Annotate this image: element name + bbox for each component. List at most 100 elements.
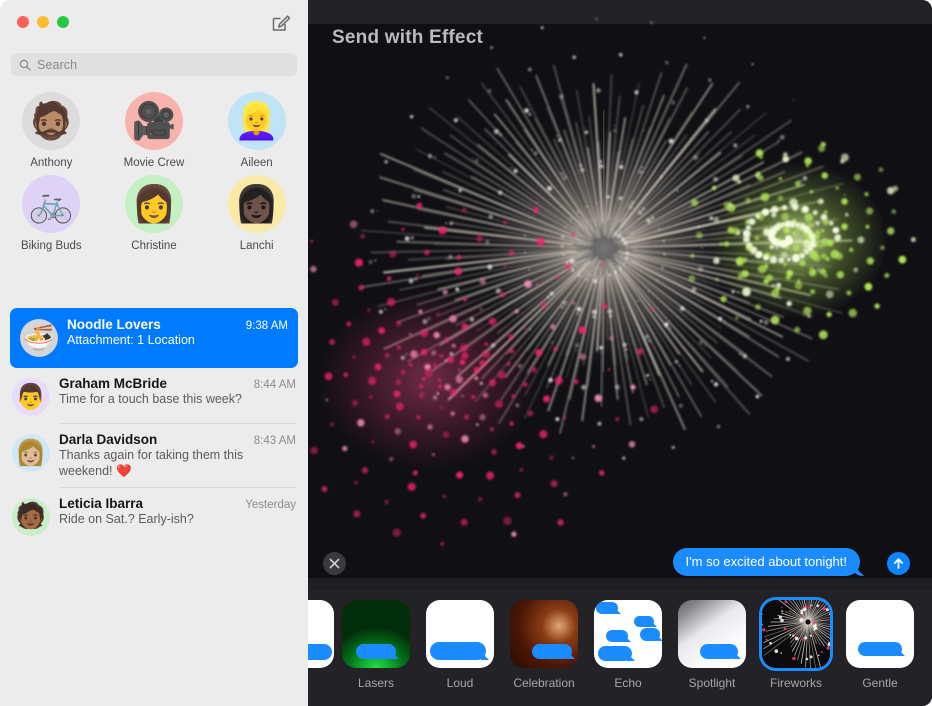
window-controls xyxy=(17,16,69,28)
avatar: 👩 xyxy=(124,175,183,233)
conversation-timestamp: Yesterday xyxy=(245,498,296,511)
conversation-row[interactable]: 👩🏼 Darla Davidson 8:43 AM Thanks again for … xyxy=(0,424,308,488)
effect-thumbnail[interactable] xyxy=(426,600,494,668)
effects-preview-panel: Send with Effect I'm so excited about to… xyxy=(308,0,932,706)
conversation-body: Darla Davidson 8:43 AM Thanks again for ta… xyxy=(59,432,296,480)
effect-thumbnail[interactable] xyxy=(594,600,662,668)
conversation-header: Leticia Ibarra Yesterday xyxy=(59,496,296,511)
effects-picker-strip[interactable]: Lasers Loud Celebration Echo Spotlight Firewo… xyxy=(308,590,932,706)
avatar-emoji: 👨 xyxy=(15,382,47,411)
effect-label: Loud xyxy=(446,676,474,690)
pinned-conversation-label: Anthony xyxy=(30,157,73,169)
effect-label: Fireworks xyxy=(769,676,822,690)
avatar-emoji: 🧔🏽 xyxy=(28,100,74,141)
effect-label: Gentle xyxy=(862,676,898,690)
avatar: 👩🏼 xyxy=(12,434,50,472)
pinned-conversation-label: Aileen xyxy=(240,157,273,169)
pinned-conversation-label: Christine xyxy=(131,240,177,252)
pinned-conversation-label: Lanchi xyxy=(239,240,274,252)
avatar-emoji: 🍜 xyxy=(23,323,55,352)
conversation-header: Graham McBride 8:44 AM xyxy=(59,376,296,391)
sidebar: Search 🧔🏽 Anthony 🎥 Movie Crew 👱‍♀️ Aileen 🚲 Bi… xyxy=(0,0,308,706)
effect-option-loud[interactable]: Loud xyxy=(418,600,502,690)
effect-label: Lasers xyxy=(357,676,395,690)
pinned-conversation[interactable]: 👱‍♀️ Aileen xyxy=(205,92,308,169)
conversation-preview: Ride on Sat.? Early-ish? xyxy=(59,511,194,526)
effect-option-lasers[interactable]: Lasers xyxy=(334,600,418,690)
pinned-conversation[interactable]: 👩 Christine xyxy=(103,175,206,252)
search-placeholder: Search xyxy=(37,57,78,72)
conversation-timestamp: 8:44 AM xyxy=(253,379,296,391)
pinned-conversations: 🧔🏽 Anthony 🎥 Movie Crew 👱‍♀️ Aileen 🚲 Biking Bu… xyxy=(0,92,308,252)
compose-message-button[interactable] xyxy=(270,12,292,34)
close-x-icon xyxy=(329,558,340,569)
effect-thumbnail[interactable] xyxy=(308,600,334,668)
avatar-emoji: 🚲 xyxy=(28,183,74,224)
conversation-name: Leticia Ibarra xyxy=(59,495,144,511)
conversation-row[interactable]: 🍜 Noodle Lovers 9:38 AM Attachment: 1 Locat… xyxy=(10,308,298,368)
search-input[interactable]: Search xyxy=(11,53,297,76)
avatar: 🎥 xyxy=(124,92,183,150)
avatar-emoji: 👩 xyxy=(131,183,177,224)
avatar-emoji: 🎥 xyxy=(131,100,177,141)
avatar-emoji: 👱‍♀️ xyxy=(234,100,280,141)
close-window-button[interactable] xyxy=(17,16,29,28)
messages-window: Search 🧔🏽 Anthony 🎥 Movie Crew 👱‍♀️ Aileen 🚲 Bi… xyxy=(0,0,932,706)
effect-option-echo[interactable]: Echo xyxy=(586,600,670,690)
search-icon xyxy=(19,59,31,71)
conversation-timestamp: 8:43 AM xyxy=(253,435,296,447)
effect-option[interactable] xyxy=(308,600,334,676)
avatar: 🚲 xyxy=(22,175,81,233)
page-title: Send with Effect xyxy=(332,27,483,48)
avatar: 👱‍♀️ xyxy=(227,92,286,150)
effect-label: Celebration xyxy=(513,676,575,690)
conversation-header: Darla Davidson 8:43 AM xyxy=(59,432,296,447)
send-message-button[interactable] xyxy=(887,552,910,575)
effect-thumbnail[interactable] xyxy=(510,600,578,668)
outgoing-message-bubble: I'm so excited about tonight! xyxy=(672,548,860,576)
conversation-preview: Attachment: 1 Location xyxy=(67,333,195,347)
compose-pencil-square-icon xyxy=(272,15,291,31)
effect-thumbnail[interactable] xyxy=(342,600,410,668)
effect-thumbnail[interactable] xyxy=(678,600,746,668)
conversation-preview: Time for a touch base this week? xyxy=(59,392,242,406)
close-effects-button[interactable] xyxy=(323,552,346,575)
pinned-conversation-label: Movie Crew xyxy=(123,157,185,169)
avatar: 🧔🏽 xyxy=(22,92,81,150)
conversation-row[interactable]: 👨 Graham McBride 8:44 AM Time for a touch b… xyxy=(0,368,308,424)
effect-option-spotlight[interactable]: Spotlight xyxy=(670,600,754,690)
conversation-body: Leticia Ibarra Yesterday Ride on Sat.? Ear… xyxy=(59,496,296,536)
effect-label: Spotlight xyxy=(688,676,736,690)
minimize-window-button[interactable] xyxy=(37,16,49,28)
conversation-timestamp: 9:38 AM xyxy=(245,320,288,332)
conversation-name: Darla Davidson xyxy=(59,432,158,447)
effect-label: Echo xyxy=(614,676,642,690)
effect-option-celebration[interactable]: Celebration xyxy=(502,600,586,690)
avatar: 👩🏿 xyxy=(227,175,286,233)
effect-thumbnail[interactable] xyxy=(846,600,914,668)
conversation-body: Noodle Lovers 9:38 AM Attachment: 1 Locati… xyxy=(67,317,288,357)
conversation-body: Graham McBride 8:44 AM Time for a touch ba… xyxy=(59,376,296,416)
message-compose-row: I'm so excited about tonight! xyxy=(308,548,932,586)
conversation-list: 🍜 Noodle Lovers 9:38 AM Attachment: 1 Locat… xyxy=(0,308,308,706)
effect-option-fireworks[interactable]: Fireworks xyxy=(754,600,838,690)
conversation-name: Noodle Lovers xyxy=(67,317,161,332)
pinned-conversation-label: Biking Buds xyxy=(20,240,82,252)
zoom-window-button[interactable] xyxy=(57,16,69,28)
avatar: 👨 xyxy=(12,378,50,416)
pinned-conversation[interactable]: 👩🏿 Lanchi xyxy=(205,175,308,252)
conversation-header: Noodle Lovers 9:38 AM xyxy=(67,317,288,332)
conversation-row[interactable]: 🧑🏾 Leticia Ibarra Yesterday Ride on Sat.? E… xyxy=(0,488,308,544)
pinned-conversation[interactable]: 🚲 Biking Buds xyxy=(0,175,103,252)
avatar-emoji: 👩🏿 xyxy=(234,183,280,224)
pinned-conversation[interactable]: 🧔🏽 Anthony xyxy=(0,92,103,169)
avatar-emoji: 🧑🏾 xyxy=(15,502,47,531)
conversation-name: Graham McBride xyxy=(59,376,168,391)
send-arrow-up-icon xyxy=(893,558,904,569)
effect-thumbnail[interactable] xyxy=(762,600,830,668)
avatar-emoji: 👩🏼 xyxy=(15,438,47,467)
effect-option-gentle[interactable]: Gentle xyxy=(838,600,922,690)
avatar: 🍜 xyxy=(20,319,58,357)
avatar: 🧑🏾 xyxy=(12,497,50,536)
pinned-conversation[interactable]: 🎥 Movie Crew xyxy=(103,92,206,169)
